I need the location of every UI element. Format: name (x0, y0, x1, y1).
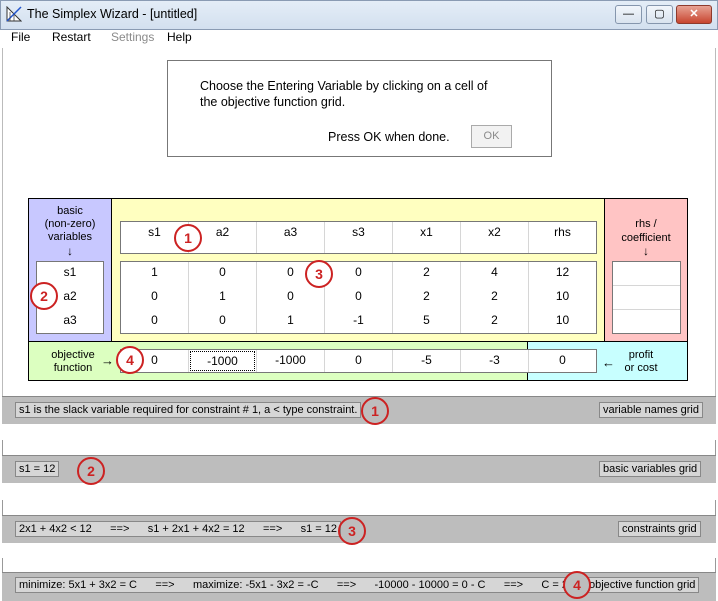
constraint-cell[interactable]: 0 (257, 289, 324, 303)
basic-label-3: variables (47, 231, 93, 243)
profit-label-2: or cost (624, 362, 658, 374)
left-arrow-icon: ← (602, 355, 615, 370)
objective-cell[interactable]: -3 (461, 353, 528, 367)
constraint-cell[interactable]: 2 (393, 265, 460, 279)
app-icon (6, 6, 22, 22)
rhs-grid[interactable] (612, 261, 681, 334)
constraint-cell[interactable]: 5 (393, 313, 460, 327)
instruction-line-3: Press OK when done. (328, 130, 450, 144)
objective-cell-selected[interactable]: -1000 (190, 351, 255, 371)
status-grid-name: basic variables grid (599, 461, 702, 477)
callout-circle-4: 4 (563, 571, 591, 599)
down-arrow-icon: ↓ (643, 244, 649, 258)
maximize-icon: ▢ (654, 8, 665, 20)
close-button[interactable]: ✕ (676, 5, 712, 24)
callout-circle-1: 1 (361, 397, 389, 425)
basic-var-cell[interactable]: a3 (37, 313, 103, 327)
constraint-cell[interactable]: 1 (257, 313, 324, 327)
objective-label-1: objective (51, 349, 95, 361)
callout-circle-3: 3 (338, 517, 366, 545)
rhs-label-1: rhs / (635, 218, 657, 230)
objective-cell[interactable]: -5 (393, 353, 460, 367)
profit-label-1: profit (628, 349, 654, 361)
var-name-cell[interactable]: rhs (529, 225, 596, 239)
objective-function-grid[interactable]: 0 -1000 -1000 0 -5 -3 0 (120, 349, 597, 373)
var-name-cell[interactable]: x2 (461, 225, 528, 239)
window-title: The Simplex Wizard - [untitled] (27, 7, 198, 21)
instruction-line-2: the objective function grid. (200, 95, 346, 109)
menu-file[interactable]: File (11, 30, 30, 44)
objective-cell[interactable]: 0 (325, 353, 392, 367)
constraint-cell[interactable]: 12 (529, 265, 596, 279)
var-name-cell[interactable]: x1 (393, 225, 460, 239)
objective-label-2: function (53, 362, 93, 374)
basic-var-cell[interactable]: s1 (37, 265, 103, 279)
constraint-cell[interactable]: 0 (121, 313, 188, 327)
menu-settings[interactable]: Settings (111, 30, 154, 44)
ok-button[interactable]: OK (471, 125, 512, 148)
callout-circle-3: 3 (305, 260, 333, 288)
minimize-button[interactable]: — (615, 5, 642, 24)
constraint-cell[interactable]: 0 (325, 289, 392, 303)
status-message: minimize: 5x1 + 3x2 = C ==> maximize: -5… (15, 577, 597, 593)
basic-label-1: basic (57, 205, 83, 217)
constraint-cell[interactable]: 10 (529, 313, 596, 327)
basic-label-2: (non-zero) (44, 218, 96, 230)
objective-cell[interactable]: -1000 (257, 353, 324, 367)
status-grid-name: constraints grid (618, 521, 701, 537)
menu-bar (0, 30, 718, 48)
constraint-cell[interactable]: 1 (121, 265, 188, 279)
status-message: s1 is the slack variable required for co… (15, 402, 362, 418)
minimize-icon: — (623, 8, 634, 20)
callout-circle-2: 2 (30, 282, 58, 310)
maximize-button[interactable]: ▢ (646, 5, 673, 24)
down-arrow-icon: ↓ (67, 244, 73, 258)
objective-cell[interactable]: 0 (529, 353, 596, 367)
constraints-grid[interactable]: 1 0 0 0 2 4 12 0 1 0 0 2 2 10 0 0 1 -1 5… (120, 261, 597, 334)
var-name-cell[interactable]: a3 (257, 225, 324, 239)
window-strip (2, 500, 716, 516)
constraint-cell[interactable]: 1 (189, 289, 256, 303)
var-name-cell[interactable]: s3 (325, 225, 392, 239)
menu-restart[interactable]: Restart (52, 30, 91, 44)
callout-circle-4: 4 (116, 346, 144, 374)
close-icon: ✕ (689, 8, 699, 20)
window-strip (2, 440, 716, 456)
constraint-cell[interactable]: 2 (393, 289, 460, 303)
constraint-cell[interactable]: 2 (461, 313, 528, 327)
constraint-cell[interactable]: 0 (325, 265, 392, 279)
callout-circle-1: 1 (174, 224, 202, 252)
constraint-cell[interactable]: 0 (189, 313, 256, 327)
constraint-cell[interactable]: -1 (325, 313, 392, 327)
constraint-cell[interactable]: 4 (461, 265, 528, 279)
status-grid-name: objective function grid (585, 577, 700, 593)
constraint-cell[interactable]: 0 (121, 289, 188, 303)
status-grid-name: variable names grid (599, 402, 703, 418)
constraint-cell[interactable]: 10 (529, 289, 596, 303)
right-arrow-icon: → (101, 353, 114, 368)
callout-circle-2: 2 (77, 457, 105, 485)
constraint-cell[interactable]: 0 (189, 265, 256, 279)
menu-help[interactable]: Help (167, 30, 192, 44)
status-message: 2x1 + 4x2 < 12 ==> s1 + 2x1 + 4x2 = 12 =… (15, 521, 341, 537)
status-message: s1 = 12 (15, 461, 60, 477)
constraint-cell[interactable]: 2 (461, 289, 528, 303)
instruction-line-1: Choose the Entering Variable by clicking… (200, 79, 488, 93)
